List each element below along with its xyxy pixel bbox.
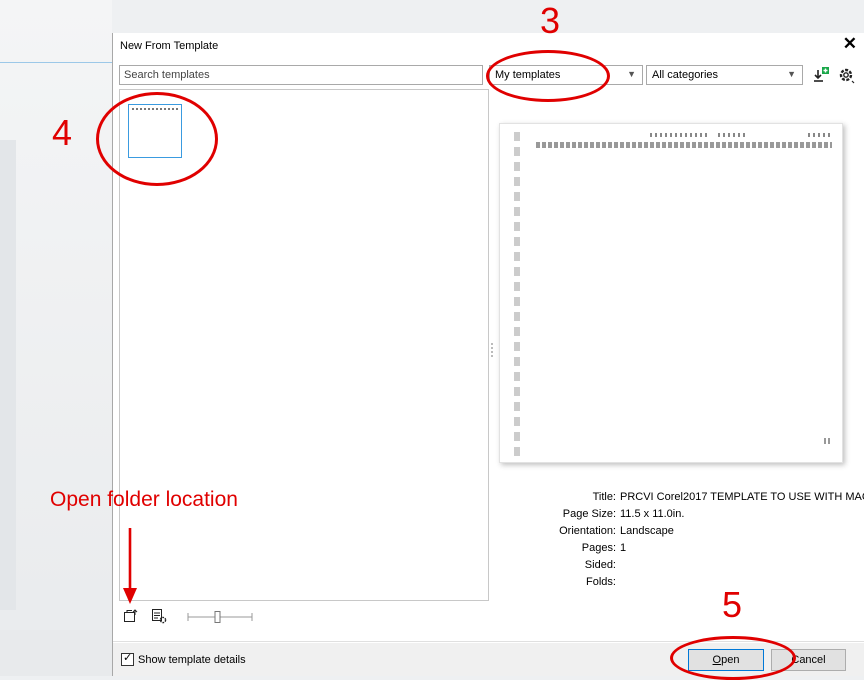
category-dropdown[interactable]: All categories ▼ (646, 65, 803, 85)
chevron-down-icon: ▼ (627, 69, 636, 79)
bottom-icon-bar (123, 608, 253, 628)
detail-label: Pages: (581, 542, 616, 554)
template-properties-icon[interactable] (151, 608, 167, 624)
detail-row: Page Size: 11.5 x 11.0in. (443, 508, 863, 525)
background-panel (0, 140, 16, 610)
detail-row: Sided: (443, 559, 863, 576)
settings-gear-icon[interactable] (837, 66, 857, 86)
search-input[interactable] (119, 65, 483, 85)
detail-value: 11.5 x 11.0in. (620, 508, 685, 520)
detail-value: PRCVI Corel2017 TEMPLATE TO USE WITH MAC… (620, 491, 864, 503)
preview-braille-text (650, 133, 710, 137)
annotation-ellipse-templates (486, 50, 610, 102)
dialog-titlebar: New From Template ✕ (113, 33, 864, 61)
annotation-open-folder-label: Open folder location (50, 488, 238, 511)
new-from-template-dialog: New From Template ✕ My templates ▼ All c… (112, 33, 864, 676)
close-icon[interactable]: ✕ (843, 34, 857, 54)
detail-label: Sided: (584, 559, 616, 571)
annotation-number-4: 4 (52, 112, 73, 153)
dialog-title: New From Template (120, 40, 219, 52)
open-folder-location-icon[interactable] (123, 608, 139, 624)
detail-value: Landscape (620, 525, 674, 537)
preview-braille-text (808, 133, 832, 137)
detail-label: Title: (592, 491, 616, 503)
show-template-details-toggle[interactable]: Show template details (121, 651, 246, 666)
annotation-ellipse-thumbnail (96, 92, 218, 186)
background-divider (0, 62, 112, 63)
background-app-area (0, 0, 112, 676)
preview-braille-page-number (824, 438, 832, 444)
annotation-ellipse-open (670, 636, 796, 680)
detail-label: Page Size: (562, 508, 616, 520)
detail-row: Title: PRCVI Corel2017 TEMPLATE TO USE WI… (443, 491, 864, 508)
detail-row: Pages: 1 (443, 542, 863, 559)
preview-braille-text (718, 133, 746, 137)
annotation-number-3: 3 (540, 0, 561, 41)
show-details-checkbox[interactable] (121, 651, 134, 666)
pane-splitter-handle[interactable] (491, 343, 496, 357)
annotation-number-5: 5 (722, 584, 743, 625)
detail-value: 1 (620, 542, 627, 554)
preview-braille-column (514, 132, 520, 458)
category-value: All categories (652, 69, 719, 81)
detail-label: Orientation: (559, 525, 616, 537)
annotation-arrow-icon (123, 528, 137, 604)
template-preview (499, 123, 843, 463)
template-details: Title: PRCVI Corel2017 TEMPLATE TO USE WI… (443, 491, 864, 593)
thumbnail-size-slider[interactable] (187, 611, 253, 623)
show-details-label: Show template details (138, 653, 246, 666)
preview-braille-line (536, 142, 832, 148)
detail-label: Folds: (586, 576, 616, 588)
detail-row: Orientation: Landscape (443, 525, 863, 542)
download-template-icon[interactable] (813, 66, 833, 86)
chevron-down-icon: ▼ (787, 69, 796, 79)
detail-row: Folds: (443, 576, 863, 593)
